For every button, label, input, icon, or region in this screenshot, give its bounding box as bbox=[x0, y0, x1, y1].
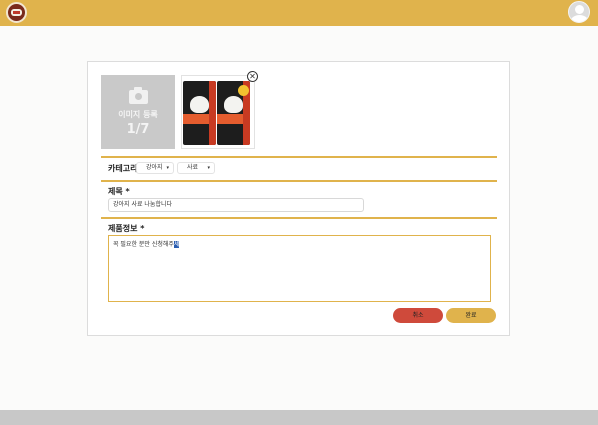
type-select[interactable]: 사료 ▾ bbox=[177, 162, 215, 174]
cancel-button[interactable]: 취소 bbox=[393, 308, 443, 323]
camera-icon bbox=[129, 87, 148, 104]
post-form-card: 이미지 등록 1/7 ✕ 카테고리 강아지 ▾ 사료 ▾ 제목 * 강아지 사료… bbox=[87, 61, 510, 336]
animal-select[interactable]: 강아지 ▾ bbox=[136, 162, 174, 174]
section-divider bbox=[101, 217, 497, 219]
uploaded-image-thumbnail[interactable] bbox=[181, 75, 255, 149]
category-label: 카테고리 bbox=[108, 164, 138, 173]
product-bag-image bbox=[217, 81, 250, 145]
image-upload-button[interactable]: 이미지 등록 1/7 bbox=[101, 75, 175, 149]
image-upload-count: 1/7 bbox=[126, 122, 150, 137]
chevron-down-icon: ▾ bbox=[166, 165, 169, 171]
section-divider bbox=[101, 180, 497, 182]
title-input[interactable]: 강아지 사료 나눔합니다 bbox=[108, 198, 364, 212]
image-upload-label: 이미지 등록 bbox=[118, 110, 158, 119]
top-navbar bbox=[0, 0, 598, 26]
remove-image-button[interactable]: ✕ bbox=[247, 71, 258, 82]
chevron-down-icon: ▾ bbox=[207, 165, 210, 171]
type-select-value: 사료 bbox=[187, 164, 199, 171]
done-button[interactable]: 완료 bbox=[446, 308, 496, 323]
title-label: 제목 * bbox=[108, 187, 130, 196]
avatar-body bbox=[571, 15, 588, 22]
avatar-head bbox=[575, 5, 584, 14]
description-text: 꼭 필요한 분만 신청해주 bbox=[113, 241, 174, 248]
animal-select-value: 강아지 bbox=[146, 164, 163, 171]
description-label: 제품정보 * bbox=[108, 224, 145, 233]
description-selection: 세 bbox=[173, 241, 180, 248]
logo-accent bbox=[13, 11, 20, 14]
page-footer bbox=[0, 410, 598, 425]
brand-logo[interactable] bbox=[6, 2, 27, 23]
section-divider bbox=[101, 156, 497, 158]
product-bag-image bbox=[183, 81, 216, 145]
close-icon: ✕ bbox=[249, 72, 256, 81]
user-avatar-icon[interactable] bbox=[568, 1, 590, 23]
description-textarea[interactable]: 꼭 필요한 분만 신청해주세 bbox=[108, 235, 491, 302]
